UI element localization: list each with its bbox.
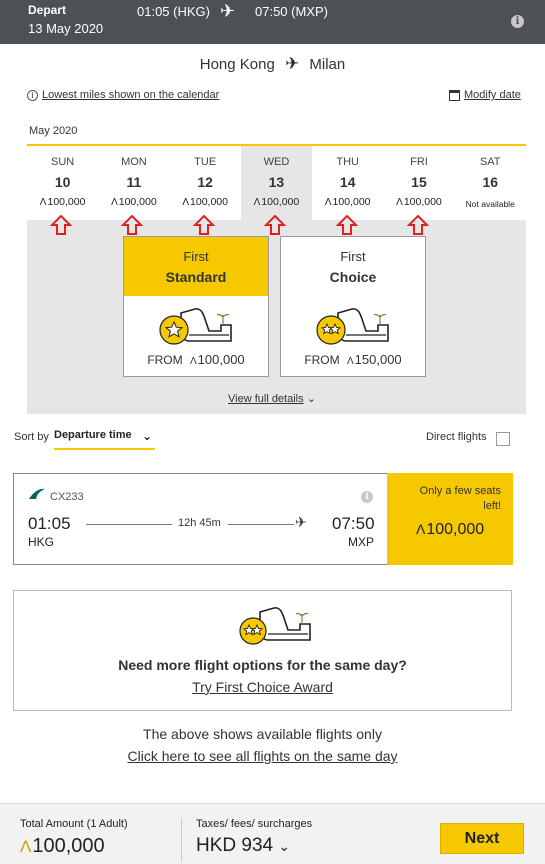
next-button[interactable]: Next [440, 823, 524, 854]
calendar-icon [449, 89, 460, 101]
asia-miles-icon: Λ [416, 521, 426, 537]
arrive-airport: MXP [348, 535, 375, 549]
route-line [86, 524, 172, 525]
route-line [228, 524, 294, 525]
asia-miles-icon: Λ [253, 197, 261, 208]
see-all-flights-link[interactable]: Click here to see all flights on the sam… [127, 748, 397, 764]
flight-price-panel[interactable]: Only a few seats left! Λ100,000 [387, 473, 513, 565]
destination-city: Milan [309, 56, 346, 73]
more-options-box: Need more flight options for the same da… [13, 590, 512, 711]
asia-miles-icon: Λ [189, 356, 197, 367]
asia-miles-icon: Λ [346, 356, 354, 367]
airline-logo-icon [29, 488, 45, 499]
trip-header: Depart 13 May 2020 01:05 (HKG) ✈ 07:50 (… [0, 0, 545, 44]
sort-dropdown[interactable]: Departure time ⌄ [54, 429, 155, 450]
not-available-label: Not available [465, 199, 515, 209]
first-class-seat-icon [159, 308, 232, 345]
first-class-seat-icon [316, 308, 389, 345]
info-icon[interactable]: i [361, 491, 373, 503]
arrive-time: 07:50 [332, 514, 375, 533]
asia-miles-icon: Λ [20, 837, 32, 856]
calendar-day-sat: SAT 16 Not available [455, 146, 526, 220]
info-icon: i [27, 89, 38, 101]
direct-flights-label: Direct flights [426, 431, 487, 443]
airplane-icon: ✈ [284, 54, 300, 73]
calendar-day-tue[interactable]: TUE 12 Λ100,000 [170, 146, 241, 220]
up-arrow-icon [336, 215, 358, 235]
arrival-time: 07:50 (MXP) [255, 4, 328, 19]
calendar-month: May 2020 [29, 125, 78, 137]
flight-miles: 100,000 [426, 521, 485, 538]
sort-label: Sort by [14, 431, 49, 443]
up-arrow-icon [50, 215, 72, 235]
lowest-miles-link[interactable]: i Lowest miles shown on the calendar [27, 89, 219, 101]
airplane-icon: ✈ [220, 1, 236, 21]
view-full-details-link[interactable]: View full details ⌄ [228, 392, 316, 405]
flight-result-card[interactable]: CX233 i 01:05 HKG 12h 45m ✈ 07:50 MXP On… [13, 473, 513, 565]
calendar-day-fri[interactable]: FRI 15 Λ100,000 [383, 146, 454, 220]
depart-date: 13 May 2020 [28, 21, 104, 36]
up-arrow-icon [121, 215, 143, 235]
airplane-icon: ✈ [295, 514, 307, 530]
footer-divider [181, 818, 182, 862]
calendar-day-sun[interactable]: SUN 10 Λ100,000 [27, 146, 98, 220]
up-arrow-icon [407, 215, 429, 235]
asia-miles-icon: Λ [324, 197, 332, 208]
up-arrow-icon [193, 215, 215, 235]
depart-time: 01:05 [28, 514, 71, 533]
available-flights-note: The above shows available flights only [143, 726, 382, 742]
chevron-down-icon: ⌄ [141, 429, 152, 443]
fare-card-first-standard[interactable]: First Standard FROM Λ100,000 [123, 236, 269, 377]
total-amount-label: Total Amount (1 Adult) [20, 818, 128, 830]
depart-airport: HKG [28, 535, 55, 549]
total-miles: 100,000 [32, 835, 105, 857]
taxes-dropdown[interactable]: HKD 934 ⌄ [196, 835, 290, 857]
depart-label: Depart [28, 3, 67, 17]
calendar-days: SUN 10 Λ100,000 MON 11 Λ100,000 TUE 12 Λ… [27, 146, 526, 220]
fare-panel [27, 220, 526, 414]
chevron-down-icon: ⌄ [278, 838, 291, 854]
asia-miles-icon: Λ [111, 197, 118, 208]
modify-date-link[interactable]: Modify date [449, 89, 521, 101]
try-first-choice-link[interactable]: Try First Choice Award [192, 679, 333, 695]
booking-footer: Total Amount (1 Adult) Λ100,000 Taxes/ f… [0, 803, 545, 864]
first-class-seat-icon [239, 607, 311, 645]
fare-card-first-choice[interactable]: First Choice FROM Λ150,000 [280, 236, 426, 377]
flight-number: CX233 [50, 491, 84, 503]
more-options-question: Need more flight options for the same da… [118, 657, 407, 673]
departure-time: 01:05 (HKG) [137, 4, 210, 19]
asia-miles-icon: Λ [39, 197, 47, 208]
origin-city: Hong Kong [199, 56, 275, 73]
asia-miles-icon: Λ [182, 197, 190, 208]
calendar-day-thu[interactable]: THU 14 Λ100,000 [312, 146, 383, 220]
up-arrow-icon [264, 215, 286, 235]
route-title: Hong Kong ✈ Milan [0, 54, 545, 74]
direct-flights-checkbox[interactable] [496, 432, 510, 446]
calendar-day-wed[interactable]: WED 13 Λ100,000 [240, 146, 313, 220]
flight-duration: 12h 45m [178, 517, 221, 529]
chevron-down-icon: ⌄ [306, 393, 316, 405]
calendar-day-mon[interactable]: MON 11 Λ100,000 [98, 146, 169, 220]
availability-note: Only a few seats left! [419, 485, 501, 512]
asia-miles-icon: Λ [396, 197, 403, 208]
taxes-label: Taxes/ fees/ surcharges [196, 818, 313, 830]
info-icon[interactable]: i [511, 15, 524, 28]
